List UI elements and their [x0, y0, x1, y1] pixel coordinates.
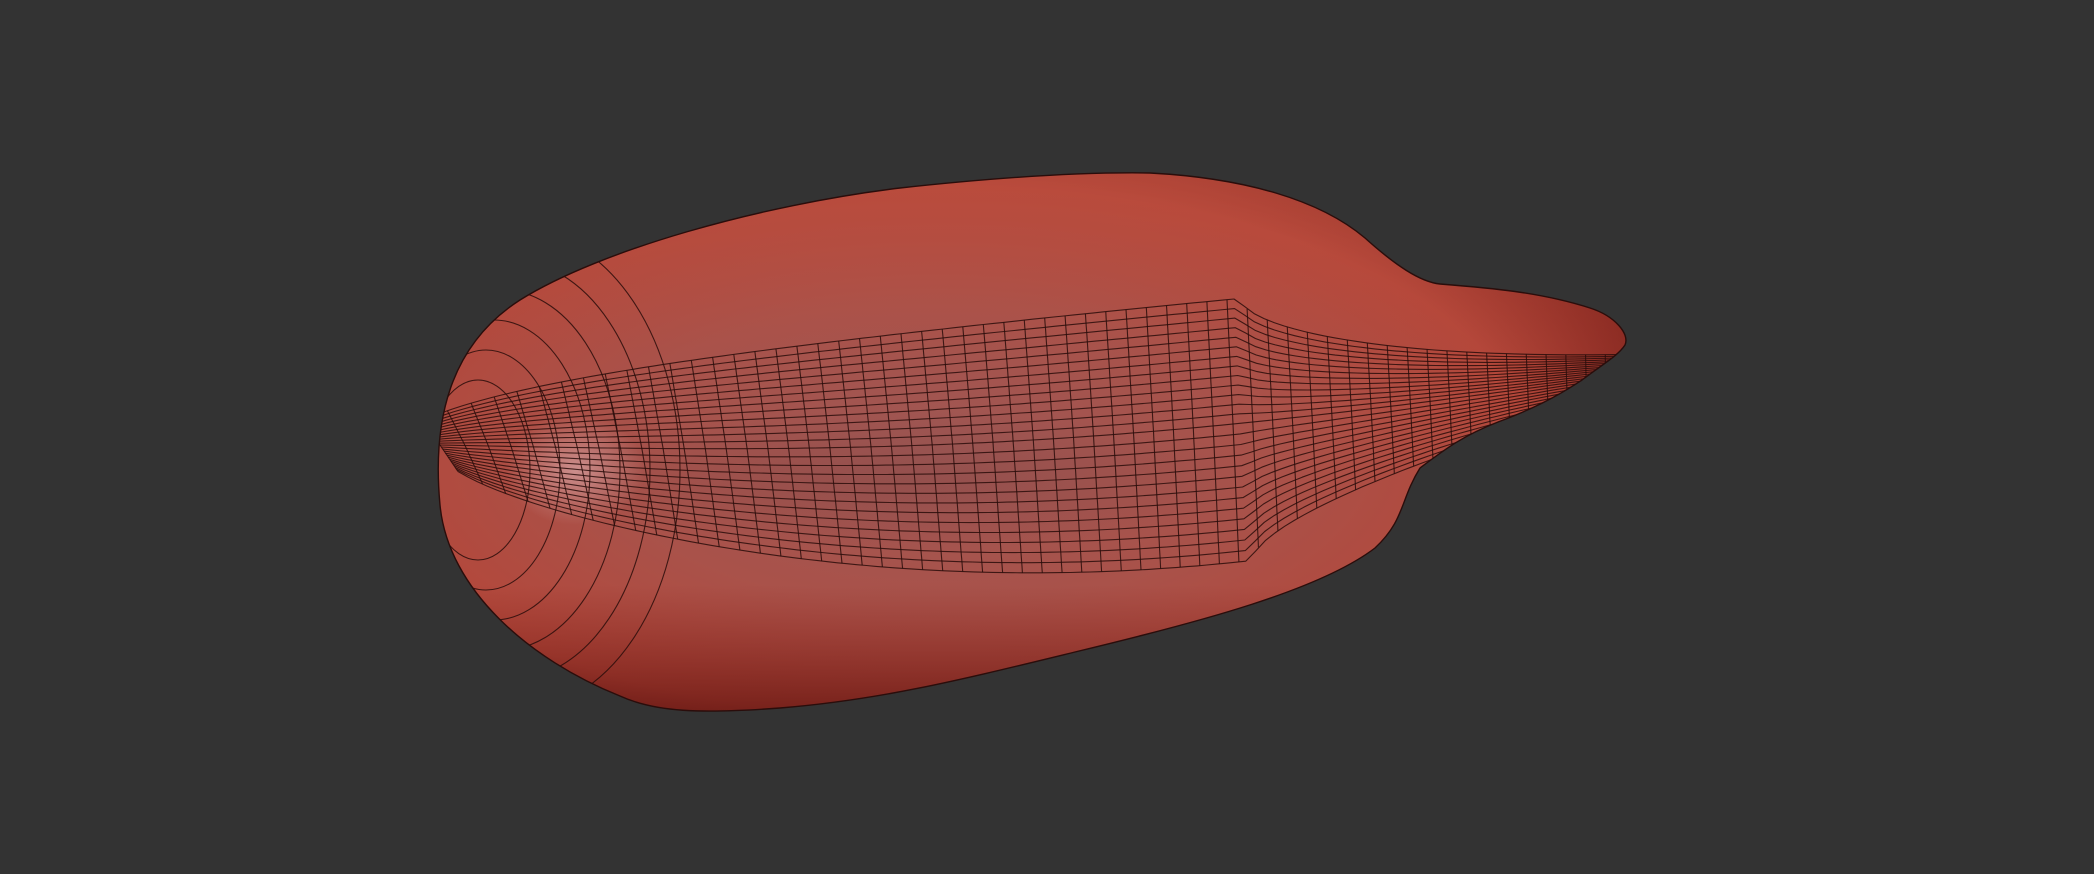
- 3d-viewport[interactable]: [0, 0, 2094, 874]
- sculpt-mesh[interactable]: [0, 150, 2094, 730]
